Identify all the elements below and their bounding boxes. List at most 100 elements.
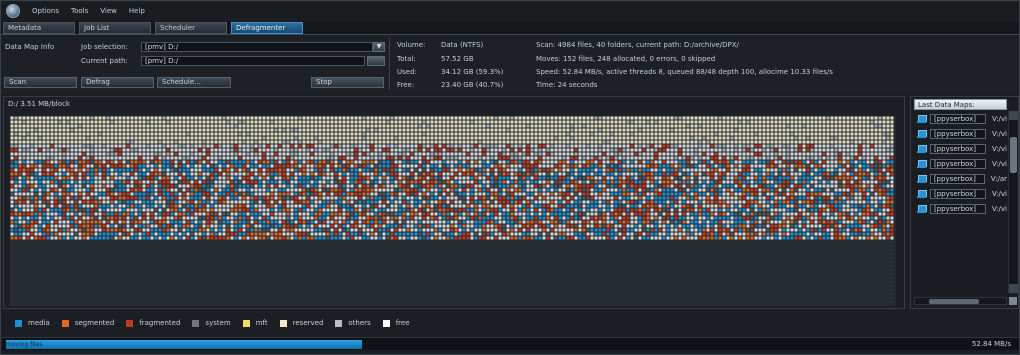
progress-text: moving files [6, 341, 43, 348]
legend-swatch [279, 319, 287, 327]
data-map-info-panel: Data Map Info Job selection: [pmv] D:/ ▼… [1, 36, 1019, 94]
section-title: Data Map Info [5, 43, 55, 51]
legend-item-others: others [335, 319, 371, 327]
last-map-name: [ppyserbox] [930, 204, 986, 214]
computer-icon [917, 205, 927, 213]
legend-swatch [382, 319, 390, 327]
last-map-path: V:/vi [991, 160, 1008, 168]
defrag-button[interactable]: Defrag [81, 77, 154, 88]
last-map-name: [ppyserbox] [930, 129, 986, 139]
tab-bar: Metadata Job List Scheduler Defragmenter [1, 21, 1019, 35]
stop-button[interactable]: Stop [311, 77, 384, 88]
scan-status: Scan: 4984 files, 40 folders, current pa… [536, 41, 739, 49]
last-map-item[interactable]: [ppyserbox] V:/vi [914, 188, 1007, 200]
speed-status: Speed: 52.84 MB/s, active threads 8, que… [536, 68, 833, 76]
last-map-name: [ppyserbox] [929, 174, 985, 184]
block-map[interactable] [10, 116, 896, 306]
legend-label: fragmented [139, 319, 181, 327]
scroll-thumb[interactable] [1010, 137, 1017, 173]
used-value: 34.12 GB (59.3%) [441, 68, 504, 76]
menu-options[interactable]: Options [26, 7, 65, 15]
free-label: Free: [397, 81, 415, 89]
total-value: 57.52 GB [441, 55, 474, 63]
last-map-name: [ppyserbox] [930, 114, 986, 124]
legend-label: system [205, 319, 231, 327]
computer-icon [917, 130, 927, 138]
last-map-item[interactable]: [ppyserbox] V:/vi [914, 113, 1007, 125]
last-map-path: V:/vi [991, 115, 1008, 123]
volume-value: Data (NTFS) [441, 41, 484, 49]
last-map-name: [ppyserbox] [930, 189, 986, 199]
scroll-corner [1009, 297, 1017, 305]
computer-icon [917, 145, 927, 153]
scroll-thumb[interactable] [929, 299, 979, 304]
tab-metadata[interactable]: Metadata [3, 22, 75, 34]
legend-label: others [348, 319, 371, 327]
legend-item-media: media [15, 319, 50, 327]
tab-job-list[interactable]: Job List [79, 22, 151, 34]
legend: media segmented fragmented system mft reserve… [3, 311, 1019, 335]
tab-scheduler[interactable]: Scheduler [155, 22, 227, 34]
moves-status: Moves: 152 files, 248 allocated, 0 error… [536, 55, 716, 63]
used-label: Used: [397, 68, 417, 76]
legend-label: reserved [292, 319, 324, 327]
schedule-button[interactable]: Schedule... [157, 77, 231, 88]
volume-label: Volume: [397, 41, 426, 49]
legend-label: segmented [74, 319, 115, 327]
divider [389, 38, 390, 90]
computer-icon [917, 115, 927, 123]
computer-icon [917, 190, 927, 198]
legend-swatch [126, 319, 134, 327]
horizontal-scrollbar[interactable] [914, 297, 1007, 305]
browse-button[interactable] [367, 56, 385, 66]
app-logo-icon[interactable] [6, 4, 20, 18]
scroll-up-icon[interactable] [1009, 111, 1018, 120]
last-map-name: [ppyserbox] [930, 159, 986, 169]
chevron-down-icon[interactable]: ▼ [373, 42, 385, 52]
total-label: Total: [397, 55, 416, 63]
menu-view[interactable]: View [94, 7, 123, 15]
last-data-maps-header: Last Data Maps: [914, 99, 1007, 110]
scroll-down-icon[interactable] [1009, 284, 1018, 293]
legend-item-fragmented: fragmented [126, 319, 180, 327]
legend-item-free: free [382, 319, 410, 327]
computer-icon [917, 175, 927, 183]
legend-label: mft [255, 319, 268, 327]
legend-item-mft: mft [242, 319, 268, 327]
data-map-panel: D:/ 3.51 MB/block [3, 96, 905, 309]
current-path-label: Current path: [81, 57, 128, 65]
scan-button[interactable]: Scan [4, 77, 77, 88]
last-map-item[interactable]: [ppyserbox] V:/ar [914, 173, 1007, 185]
vertical-scrollbar[interactable] [1008, 111, 1018, 293]
legend-swatch [242, 319, 250, 327]
defragmenter-window: Options Tools View Help Metadata Job Lis… [0, 0, 1020, 355]
last-map-path: V:/vi [991, 190, 1008, 198]
menu-tools[interactable]: Tools [65, 7, 94, 15]
last-map-path: V:/vi [991, 205, 1008, 213]
legend-item-system: system [192, 319, 231, 327]
legend-label: media [28, 319, 50, 327]
computer-icon [917, 160, 927, 168]
tab-defragmenter[interactable]: Defragmenter [231, 22, 303, 34]
last-map-path: V:/vi [991, 145, 1008, 153]
time-status: Time: 24 seconds [536, 81, 598, 89]
legend-swatch [61, 319, 69, 327]
menu-help[interactable]: Help [123, 7, 151, 15]
status-bar: moving files 52.84 MB/s [2, 337, 1019, 350]
legend-swatch [335, 319, 343, 327]
last-map-item[interactable]: [ppyserbox] V:/vi [914, 158, 1007, 170]
last-map-item[interactable]: [ppyserbox] V:/vi [914, 143, 1007, 155]
current-path-field[interactable]: [pmv] D:/ [141, 56, 365, 66]
legend-item-reserved: reserved [279, 319, 324, 327]
last-map-item[interactable]: [ppyserbox] V:/vi [914, 203, 1007, 215]
last-data-maps-panel: Last Data Maps: [ppyserbox] V:/vi [ppyserb… [910, 96, 1019, 309]
speed-readout: 52.84 MB/s [971, 340, 1011, 348]
last-map-item[interactable]: [ppyserbox] V:/vi [914, 128, 1007, 140]
legend-swatch [192, 319, 200, 327]
free-value: 23.40 GB (40.7%) [441, 81, 504, 89]
legend-label: free [395, 319, 410, 327]
last-map-path: V:/ar [990, 175, 1007, 183]
job-selection-select[interactable]: [pmv] D:/ [141, 42, 373, 52]
map-title: D:/ 3.51 MB/block [8, 100, 70, 108]
last-map-path: V:/vi [991, 130, 1008, 138]
